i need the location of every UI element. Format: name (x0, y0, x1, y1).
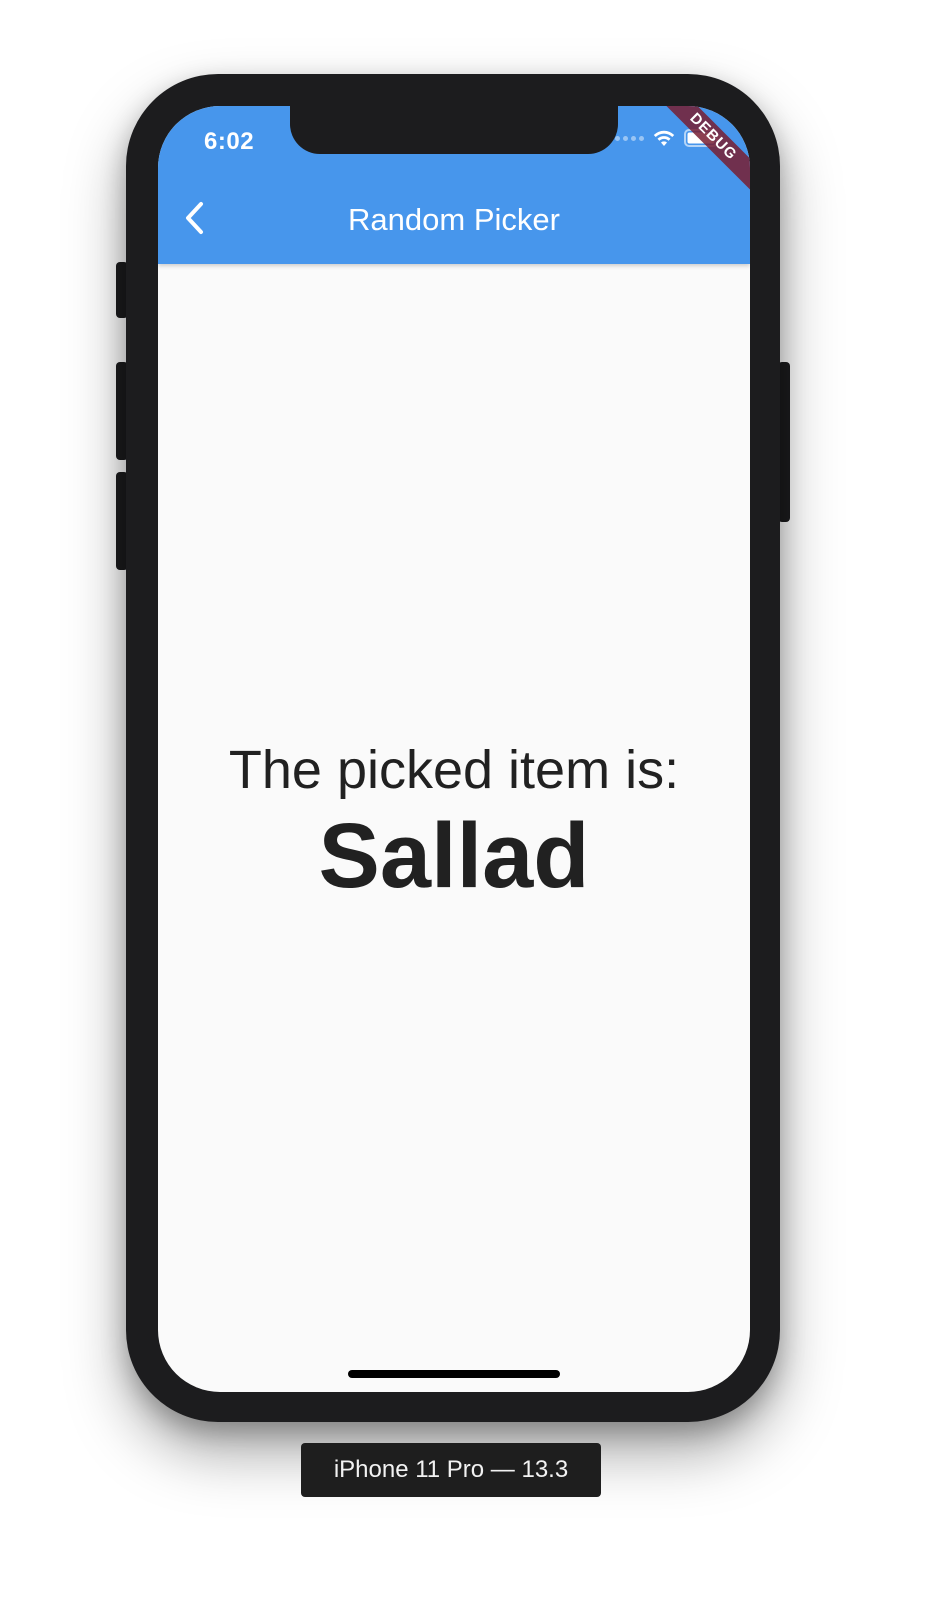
simulator-stage: 6:02 DEBUG Random Picker The picked item… (0, 0, 926, 1604)
app-bar: 6:02 DEBUG Random Picker (158, 106, 750, 264)
signal-icon (615, 135, 644, 141)
device-notch (290, 106, 618, 154)
simulator-device-label: iPhone 11 Pro — 13.3 (301, 1443, 601, 1497)
picked-label: The picked item is: (228, 740, 680, 800)
app-bar-title: Random Picker (348, 202, 560, 237)
debug-banner: DEBUG (652, 106, 750, 198)
home-indicator[interactable] (348, 1370, 560, 1378)
picked-item-value: Sallad (318, 805, 590, 907)
phone-screen: 6:02 DEBUG Random Picker The picked item… (158, 106, 750, 1392)
picked-result: The picked item is: Sallad (158, 738, 750, 908)
status-time: 6:02 (204, 128, 255, 155)
wifi-icon (653, 130, 675, 146)
